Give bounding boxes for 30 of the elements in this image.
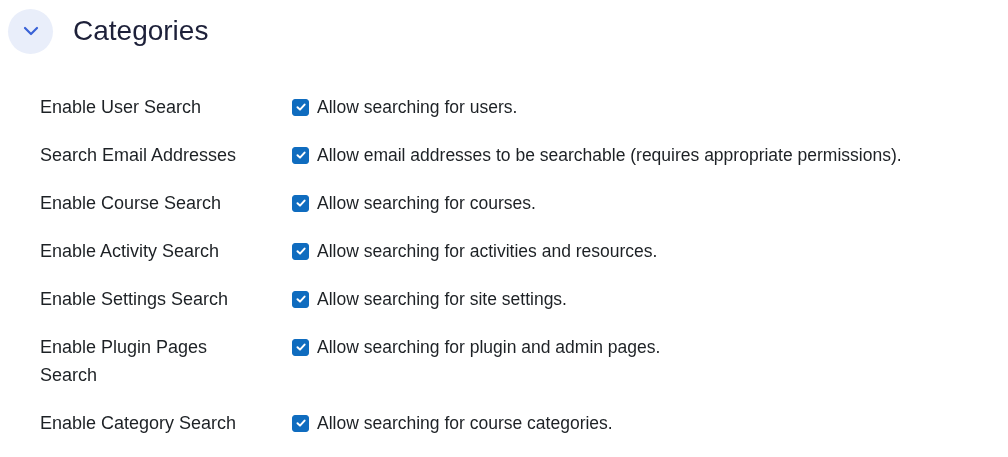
checkmark-icon	[294, 101, 307, 113]
checkbox[interactable]	[292, 146, 309, 164]
checkmark-icon	[294, 293, 307, 305]
checkbox-label: Allow searching for site settings.	[317, 288, 567, 310]
setting-label: Enable Settings Search	[40, 288, 230, 311]
checkbox[interactable]	[292, 338, 309, 356]
setting-label: Enable Category Search	[40, 412, 238, 435]
setting-label: Enable User Search	[40, 96, 203, 119]
checkmark-icon	[294, 197, 307, 209]
checkbox-label: Allow searching for activities and resources.	[317, 240, 658, 262]
checkbox[interactable]	[292, 194, 309, 212]
checkbox-label: Allow searching for courses.	[317, 192, 536, 214]
section-title: Categories	[73, 15, 209, 47]
checkmark-icon	[294, 245, 307, 257]
checkbox[interactable]	[292, 242, 309, 260]
checkmark-icon	[294, 417, 307, 429]
checkbox-label: Allow searching for users.	[317, 96, 518, 118]
checkbox-label: Allow searching for plugin and admin pages.	[317, 336, 661, 358]
checkmark-icon	[294, 149, 307, 161]
checkbox[interactable]	[292, 290, 309, 308]
checkmark-icon	[294, 341, 307, 353]
chevron-icon	[22, 26, 39, 36]
checkbox[interactable]	[292, 98, 309, 116]
setting-label: Enable Plugin Pages Search	[40, 336, 209, 387]
setting-label: Enable Activity Search	[40, 240, 221, 263]
setting-label: Search Email Addresses	[40, 144, 238, 167]
checkbox-label: Allow email addresses to be searchable (requires appropriate permissions).	[317, 144, 902, 166]
checkbox[interactable]	[292, 414, 309, 432]
checkbox-label: Allow searching for course categories.	[317, 412, 613, 434]
setting-label: Enable Course Search	[40, 192, 223, 215]
